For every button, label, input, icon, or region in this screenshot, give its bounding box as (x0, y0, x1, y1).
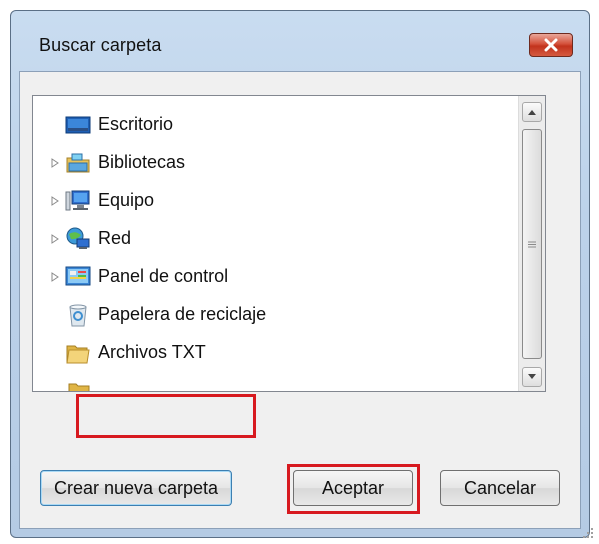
tree-item-label: Red (98, 228, 132, 248)
tree-item-label: Bibliotecas (98, 152, 186, 172)
arrow-up-icon (528, 110, 536, 115)
expand-arrow-icon[interactable] (49, 195, 61, 207)
close-icon (544, 38, 558, 52)
tree-item-red[interactable]: Red (33, 221, 513, 257)
control-panel-icon (65, 266, 91, 286)
libraries-icon (66, 153, 90, 173)
tree-item-bibliotecas[interactable]: Bibliotecas (33, 145, 513, 181)
folder-icon (68, 383, 90, 391)
scroll-thumb[interactable] (522, 129, 542, 359)
resize-grip-icon[interactable] (581, 526, 595, 540)
recycle-bin-icon (69, 304, 87, 327)
tree-item-label: Panel de control (98, 266, 229, 286)
folder-tree[interactable]: Escritorio Bibliotecas Equipo Red Panel … (32, 95, 546, 392)
grip-icon (528, 241, 536, 247)
desktop-icon (65, 116, 91, 134)
tree-item-partial (67, 379, 91, 391)
computer-icon (65, 190, 90, 211)
network-icon (66, 227, 90, 249)
tree-item-papelera-de-reciclaje[interactable]: Papelera de reciclaje (33, 297, 513, 333)
tree-item-label: Papelera de reciclaje (98, 304, 267, 324)
scroll-down-button[interactable] (522, 367, 542, 387)
expand-arrow-icon[interactable] (49, 233, 61, 245)
title-bar[interactable]: Buscar carpeta (11, 11, 589, 71)
tree-item-label: Equipo (98, 190, 155, 210)
expand-arrow-icon[interactable] (49, 157, 61, 169)
close-button[interactable] (529, 33, 573, 57)
tree-item-panel-de-control[interactable]: Panel de control (33, 259, 513, 295)
create-new-folder-button[interactable]: Crear nueva carpeta (40, 470, 232, 506)
folder-icon (66, 345, 90, 364)
highlight-accept-button (287, 464, 420, 514)
expand-arrow-icon[interactable] (49, 271, 61, 283)
arrow-down-icon (528, 374, 536, 379)
dialog-title: Buscar carpeta (39, 35, 162, 55)
cancel-button[interactable]: Cancelar (440, 470, 560, 506)
scroll-up-button[interactable] (522, 102, 542, 122)
tree-item-equipo[interactable]: Equipo (33, 183, 513, 219)
tree-item-label: Archivos TXT (98, 342, 206, 362)
vertical-scrollbar[interactable] (518, 96, 545, 391)
highlight-archivos-txt (76, 394, 256, 438)
tree-item-escritorio[interactable]: Escritorio (33, 107, 513, 143)
tree-item-archivos-txt[interactable]: Archivos TXT (33, 335, 513, 371)
tree-item-label: Escritorio (98, 114, 174, 134)
